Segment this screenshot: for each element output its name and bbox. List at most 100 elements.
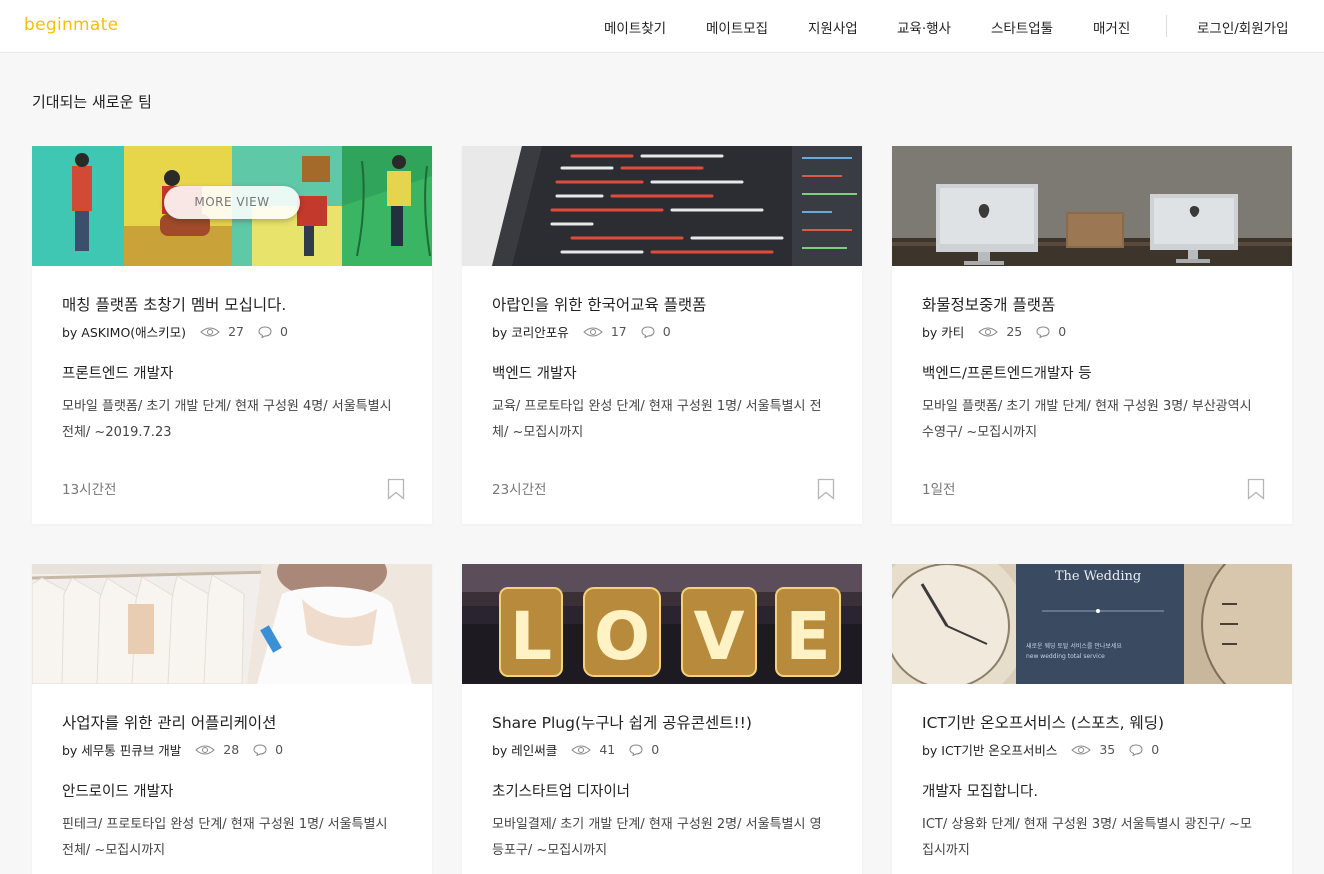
eye-icon bbox=[571, 745, 592, 754]
comment-icon bbox=[1129, 743, 1143, 756]
card-author: by 코리안포유 bbox=[492, 325, 569, 340]
love-letter-l: L bbox=[510, 598, 552, 675]
love-letter-v: V bbox=[693, 598, 744, 675]
team-card[interactable]: MORE VIEW 매칭 플랫폼 초창기 멤버 모십니다. by ASKIMO(… bbox=[32, 146, 432, 524]
card-description: ICT/ 상용화 단계/ 현재 구성원 3명/ 서울특별시 광진구/ ~모집시까… bbox=[922, 817, 1252, 858]
nav-recruit-mate[interactable]: 메이트모집 bbox=[706, 17, 768, 37]
card-meta: by 카티 25 0 bbox=[922, 322, 1080, 341]
view-count: 41 bbox=[571, 742, 615, 757]
card-author: by ASKIMO(애스키모) bbox=[62, 325, 187, 340]
section-title: 기대되는 새로운 팀 bbox=[32, 93, 152, 111]
wedding-line-2: new wedding total service bbox=[1026, 653, 1105, 660]
comment-count: 0 bbox=[1036, 324, 1066, 339]
card-author: by 카티 bbox=[922, 325, 965, 340]
card-thumbnail[interactable] bbox=[32, 564, 432, 684]
card-thumbnail[interactable]: The Wedding 새로운 웨딩 토탈 서비스를 만나보세요 new wed… bbox=[892, 564, 1292, 684]
card-title[interactable]: ICT기반 온오프서비스 (스포츠, 웨딩) bbox=[922, 711, 1164, 733]
team-card[interactable]: 화물정보중개 플랫폼 by 카티 25 0 백엔드/프론트엔드개발자 등 모바일… bbox=[892, 146, 1292, 524]
team-card[interactable]: L O V E Share Plug(누구나 쉽게 공유콘센트!!) by 레인… bbox=[462, 564, 862, 874]
eye-icon bbox=[1071, 745, 1092, 754]
card-description: 모바일 플랫폼/ 초기 개발 단계/ 현재 구성원 4명/ 서울특별시 전체/ … bbox=[62, 399, 392, 440]
card-meta: by ICT기반 온오프서비스 35 0 bbox=[922, 740, 1173, 759]
card-thumbnail[interactable]: L O V E bbox=[462, 564, 862, 684]
comment-icon bbox=[258, 325, 272, 338]
eye-icon bbox=[978, 327, 999, 336]
comment-count-value: 0 bbox=[1151, 742, 1160, 757]
bookmark-icon[interactable] bbox=[817, 478, 835, 500]
love-letter-e: E bbox=[785, 598, 830, 675]
card-role: 프론트엔드 개발자 bbox=[62, 366, 174, 382]
comment-count-value: 0 bbox=[1058, 324, 1067, 339]
card-description: 모바일결제/ 초기 개발 단계/ 현재 구성원 2명/ 서울특별시 영등포구/ … bbox=[492, 817, 822, 858]
comment-icon bbox=[253, 743, 267, 756]
eye-icon bbox=[195, 745, 216, 754]
nav-startup-tools[interactable]: 스타트업툴 bbox=[991, 17, 1053, 37]
bookmark-icon[interactable] bbox=[1247, 478, 1265, 500]
view-count-value: 35 bbox=[1099, 742, 1116, 757]
card-title[interactable]: 사업자를 위한 관리 어플리케이션 bbox=[62, 711, 276, 733]
more-view-button[interactable]: MORE VIEW bbox=[164, 186, 300, 219]
card-title[interactable]: 화물정보중개 플랫폼 bbox=[922, 293, 1055, 315]
card-title[interactable]: 아랍인을 위한 한국어교육 플랫폼 bbox=[492, 293, 706, 315]
logo[interactable]: beginmate bbox=[24, 15, 118, 35]
view-count: 17 bbox=[583, 324, 627, 339]
comment-count: 0 bbox=[641, 324, 671, 339]
card-thumbnail[interactable] bbox=[462, 146, 862, 266]
nav-education-events[interactable]: 교육·행사 bbox=[897, 17, 951, 37]
team-card[interactable]: The Wedding 새로운 웨딩 토탈 서비스를 만나보세요 new wed… bbox=[892, 564, 1292, 874]
card-author: by 레인써클 bbox=[492, 743, 558, 758]
team-card[interactable]: 아랍인을 위한 한국어교육 플랫폼 by 코리안포유 17 0 백엔드 개발자 … bbox=[462, 146, 862, 524]
card-author: by ICT기반 온오프서비스 bbox=[922, 743, 1058, 758]
view-count-value: 27 bbox=[228, 324, 244, 339]
view-count-value: 41 bbox=[599, 742, 616, 757]
comment-icon bbox=[629, 743, 643, 756]
card-role: 초기스타트업 디자이너 bbox=[492, 784, 631, 800]
view-count: 25 bbox=[978, 324, 1022, 339]
eye-icon bbox=[583, 327, 603, 336]
card-time: 13시간전 bbox=[62, 482, 117, 498]
view-count: 28 bbox=[195, 742, 239, 757]
card-title[interactable]: 매칭 플랫폼 초창기 멤버 모십니다. bbox=[62, 293, 286, 315]
card-title[interactable]: Share Plug(누구나 쉽게 공유콘센트!!) bbox=[492, 711, 752, 733]
view-count-value: 28 bbox=[223, 742, 240, 757]
card-meta: by 코리안포유 17 0 bbox=[492, 322, 685, 341]
card-meta: by ASKIMO(애스키모) 27 0 bbox=[62, 322, 302, 341]
card-meta: by 세무통 핀큐브 개발 28 0 bbox=[62, 740, 297, 759]
card-role: 개발자 모집합니다. bbox=[922, 784, 1038, 800]
comment-count: 0 bbox=[258, 324, 288, 339]
comment-count: 0 bbox=[1129, 742, 1159, 757]
nav-support[interactable]: 지원사업 bbox=[808, 17, 858, 37]
card-description: 모바일 플랫폼/ 초기 개발 단계/ 현재 구성원 3명/ 부산광역시 수영구/… bbox=[922, 399, 1252, 440]
card-meta: by 레인써클 41 0 bbox=[492, 740, 673, 759]
bookmark-icon[interactable] bbox=[387, 478, 405, 500]
team-card[interactable]: 사업자를 위한 관리 어플리케이션 by 세무통 핀큐브 개발 28 0 안드로… bbox=[32, 564, 432, 874]
card-role: 백엔드/프론트엔드개발자 등 bbox=[922, 366, 1092, 382]
nav-find-mate[interactable]: 메이트찾기 bbox=[604, 17, 666, 37]
comment-count-value: 0 bbox=[651, 742, 660, 757]
view-count: 27 bbox=[200, 324, 244, 339]
card-role: 안드로이드 개발자 bbox=[62, 784, 174, 800]
comment-count-value: 0 bbox=[275, 742, 284, 757]
nav-magazine[interactable]: 매거진 bbox=[1093, 17, 1130, 37]
card-author: by 세무통 핀큐브 개발 bbox=[62, 743, 182, 758]
comment-count: 0 bbox=[629, 742, 659, 757]
card-time: 23시간전 bbox=[492, 482, 547, 498]
top-header: beginmate 메이트찾기 메이트모집 지원사업 교육·행사 스타트업툴 매… bbox=[0, 0, 1324, 53]
card-thumbnail[interactable] bbox=[892, 146, 1292, 266]
nav-divider bbox=[1166, 15, 1167, 37]
comment-count: 0 bbox=[253, 742, 283, 757]
comment-count-value: 0 bbox=[662, 324, 671, 339]
eye-icon bbox=[200, 327, 220, 336]
card-thumbnail[interactable]: MORE VIEW bbox=[32, 146, 432, 266]
wedding-line-1: 새로운 웨딩 토탈 서비스를 만나보세요 bbox=[1026, 642, 1122, 650]
view-count: 35 bbox=[1071, 742, 1115, 757]
card-description: 핀테크/ 프로토타입 완성 단계/ 현재 구성원 1명/ 서울특별시 전체/ ~… bbox=[62, 817, 388, 858]
comment-icon bbox=[1036, 325, 1050, 338]
login-signup-link[interactable]: 로그인/회원가입 bbox=[1197, 17, 1289, 37]
comment-count-value: 0 bbox=[279, 324, 288, 339]
comment-icon bbox=[641, 325, 655, 338]
love-letter-o: O bbox=[594, 598, 650, 675]
card-role: 백엔드 개발자 bbox=[492, 366, 577, 382]
wedding-title: The Wedding bbox=[1055, 569, 1141, 584]
view-count-value: 25 bbox=[1006, 324, 1023, 339]
